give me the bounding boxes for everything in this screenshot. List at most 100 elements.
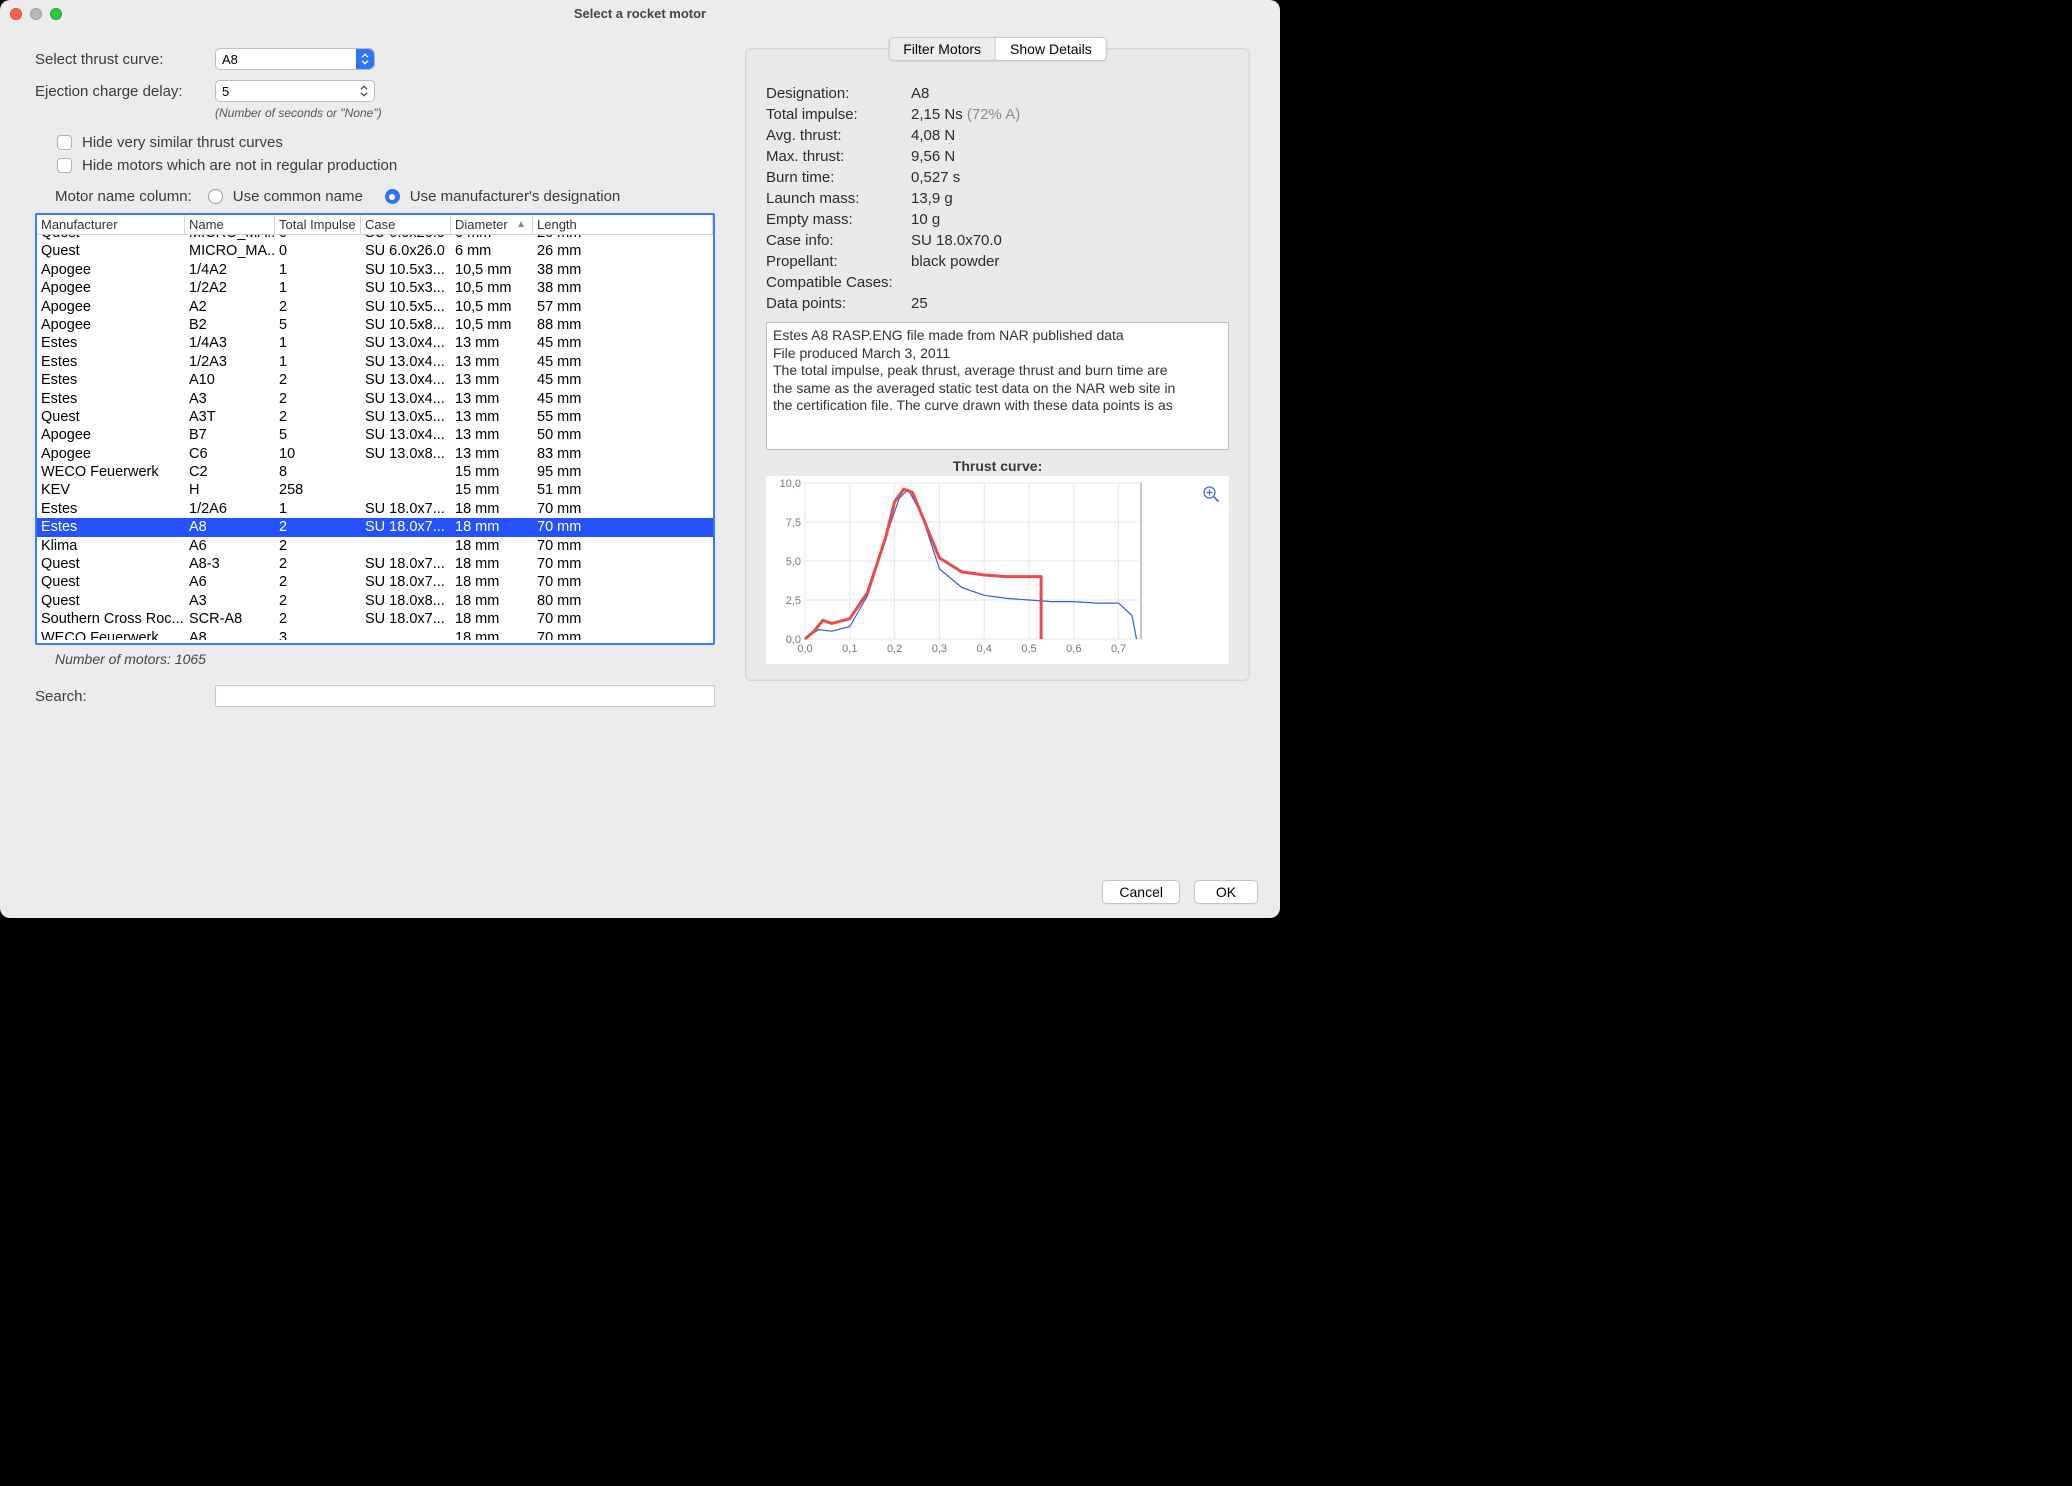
ejection-hint: (Number of seconds or "None") — [215, 106, 715, 120]
cell: Estes — [37, 518, 185, 536]
cell: SU 18.0x7... — [361, 573, 451, 591]
cell: SU 6.0x26.0 — [361, 242, 451, 260]
cell: Estes — [37, 500, 185, 518]
cell: 10,5 mm — [451, 279, 533, 297]
cell: 13 mm — [451, 390, 533, 408]
cell: 2 — [275, 573, 361, 591]
cell: 1/2A3 — [185, 353, 275, 371]
table-row[interactable]: QuestMICRO_MA...0SU 6.0x26.06 mm26 mm — [37, 235, 713, 242]
hide-nonregular-label: Hide motors which are not in regular pro… — [82, 157, 397, 174]
svg-text:0,3: 0,3 — [932, 643, 947, 655]
svg-text:0,4: 0,4 — [977, 643, 992, 655]
cancel-button[interactable]: Cancel — [1102, 880, 1180, 904]
svg-text:0,0: 0,0 — [797, 643, 812, 655]
table-row[interactable]: Estes1/2A31SU 13.0x4...13 mm45 mm — [37, 353, 713, 371]
cell: 26 mm — [533, 242, 713, 260]
column-header[interactable]: Length — [533, 215, 713, 234]
ejection-delay-value: 5 — [222, 84, 229, 99]
cell: 95 mm — [533, 463, 713, 481]
motor-description-textarea[interactable]: Estes A8 RASP.ENG file made from NAR pub… — [766, 322, 1229, 450]
svg-text:10,0: 10,0 — [780, 478, 801, 490]
cell: 70 mm — [533, 629, 713, 640]
column-header[interactable]: Total Impulse — [275, 215, 361, 234]
cell — [361, 463, 451, 481]
table-row[interactable]: ApogeeC610SU 13.0x8...13 mm83 mm — [37, 445, 713, 463]
cell: 13 mm — [451, 408, 533, 426]
cell: 55 mm — [533, 408, 713, 426]
column-header[interactable]: Case — [361, 215, 451, 234]
table-row[interactable]: QuestMICRO_MA...0SU 6.0x26.06 mm26 mm — [37, 242, 713, 260]
window-close-icon[interactable] — [10, 8, 22, 20]
cell: 13 mm — [451, 445, 533, 463]
cell: A3 — [185, 390, 275, 408]
table-row[interactable]: ApogeeB75SU 13.0x4...13 mm50 mm — [37, 426, 713, 444]
cell: Quest — [37, 573, 185, 591]
ejection-delay-combo[interactable]: 5 — [215, 80, 375, 102]
cell — [361, 537, 451, 555]
table-row[interactable]: WECO FeuerwerkC2815 mm95 mm — [37, 463, 713, 481]
table-row[interactable]: QuestA8-32SU 18.0x7...18 mm70 mm — [37, 555, 713, 573]
cell: SU 18.0x7... — [361, 610, 451, 628]
radio-manufacturer-designation-label: Use manufacturer's designation — [410, 188, 620, 205]
cell: 15 mm — [451, 481, 533, 499]
motor-table[interactable]: ManufacturerNameTotal ImpulseCaseDiamete… — [35, 213, 715, 645]
sort-asc-icon: ▲ — [516, 219, 526, 230]
table-row[interactable]: QuestA3T2SU 13.0x5...13 mm55 mm — [37, 408, 713, 426]
detail-key: Case info: — [766, 232, 911, 249]
motor-count-value: 1065 — [175, 651, 206, 667]
cell: 2 — [275, 610, 361, 628]
detail-key: Launch mass: — [766, 190, 911, 207]
cell: 1/4A3 — [185, 334, 275, 352]
detail-key: Avg. thrust: — [766, 127, 911, 144]
window-zoom-icon[interactable] — [50, 8, 62, 20]
cell: 70 mm — [533, 610, 713, 628]
table-row[interactable]: EstesA102SU 13.0x4...13 mm45 mm — [37, 371, 713, 389]
radio-common-name[interactable] — [208, 189, 223, 204]
detail-key: Designation: — [766, 85, 911, 102]
radio-manufacturer-designation[interactable] — [385, 189, 400, 204]
table-row[interactable]: Estes1/2A61SU 18.0x7...18 mm70 mm — [37, 500, 713, 518]
cell: KEV — [37, 481, 185, 499]
cell: Quest — [37, 235, 185, 242]
table-row[interactable]: Southern Cross Roc...SCR-A82SU 18.0x7...… — [37, 610, 713, 628]
table-row[interactable]: Apogee1/4A21SU 10.5x3...10,5 mm38 mm — [37, 261, 713, 279]
description-line: the same as the averaged static test dat… — [773, 380, 1222, 398]
tab-filter-motors[interactable]: Filter Motors — [889, 38, 996, 60]
table-row[interactable]: WECO FeuerwerkA8318 mm70 mm — [37, 629, 713, 640]
column-header[interactable]: Diameter▲ — [451, 215, 533, 234]
table-row[interactable]: Apogee1/2A21SU 10.5x3...10,5 mm38 mm — [37, 279, 713, 297]
cell: 45 mm — [533, 353, 713, 371]
cell: 10,5 mm — [451, 261, 533, 279]
table-row[interactable]: KlimaA6218 mm70 mm — [37, 537, 713, 555]
cell: 1/4A2 — [185, 261, 275, 279]
table-row[interactable]: QuestA32SU 18.0x8...18 mm80 mm — [37, 592, 713, 610]
cell: 18 mm — [451, 610, 533, 628]
table-row[interactable]: ApogeeA22SU 10.5x5...10,5 mm57 mm — [37, 298, 713, 316]
window-title: Select a rocket motor — [0, 0, 1280, 28]
cell: 13 mm — [451, 334, 533, 352]
detail-key: Propellant: — [766, 253, 911, 270]
detail-value: 25 — [911, 295, 1229, 312]
cell: 1/2A2 — [185, 279, 275, 297]
table-row[interactable]: Estes1/4A31SU 13.0x4...13 mm45 mm — [37, 334, 713, 352]
hide-nonregular-checkbox[interactable] — [57, 158, 72, 173]
cell — [361, 629, 451, 640]
table-row[interactable]: EstesA82SU 18.0x7...18 mm70 mm — [37, 518, 713, 536]
column-header[interactable]: Manufacturer — [37, 215, 185, 234]
table-row[interactable]: KEVH25815 mm51 mm — [37, 481, 713, 499]
cell: SU 10.5x8... — [361, 316, 451, 334]
zoom-icon[interactable] — [1202, 485, 1220, 503]
column-header[interactable]: Name — [185, 215, 275, 234]
cell: 3 — [275, 629, 361, 640]
search-input[interactable] — [215, 685, 715, 707]
thrust-curve-select[interactable]: A8 — [215, 48, 375, 70]
table-row[interactable]: ApogeeB25SU 10.5x8...10,5 mm88 mm — [37, 316, 713, 334]
table-row[interactable]: EstesA32SU 13.0x4...13 mm45 mm — [37, 390, 713, 408]
cell: WECO Feuerwerk — [37, 629, 185, 640]
tab-show-details[interactable]: Show Details — [996, 38, 1106, 60]
hide-similar-checkbox[interactable] — [57, 135, 72, 150]
table-row[interactable]: QuestA62SU 18.0x7...18 mm70 mm — [37, 573, 713, 591]
ok-button[interactable]: OK — [1194, 880, 1258, 904]
cell: WECO Feuerwerk — [37, 463, 185, 481]
cell: 18 mm — [451, 518, 533, 536]
